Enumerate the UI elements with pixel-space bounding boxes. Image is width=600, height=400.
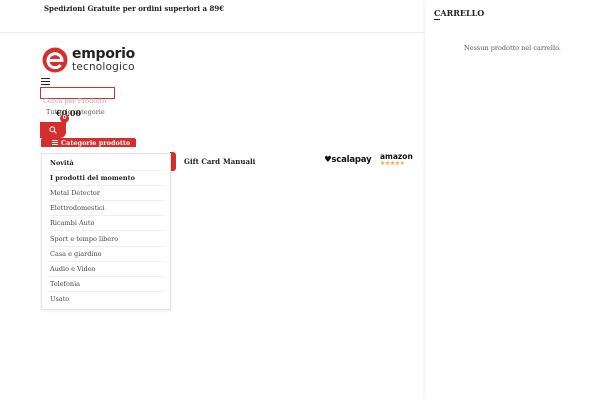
search-input[interactable]	[41, 96, 114, 106]
amazon-badge[interactable]: amazon ★★★★★	[380, 152, 414, 170]
cart-panel: CARRELLO Nessun prodotto nel carrello.	[425, 0, 600, 400]
rating-stars-icon: ★★★★★	[380, 160, 405, 167]
scalapay-text: scalapay	[331, 155, 372, 165]
categories-button[interactable]: Categorie prodotto	[41, 138, 136, 147]
category-item[interactable]: Novità	[50, 156, 165, 171]
search-box	[40, 87, 115, 106]
category-item[interactable]: Metal Detector	[50, 186, 165, 202]
search-button[interactable]	[40, 122, 66, 138]
logo-text-emporio: emporio	[72, 46, 135, 62]
category-item[interactable]: Telefonia	[50, 277, 165, 292]
topbar: Spedizioni Gratuite per ordini superiori…	[0, 0, 425, 18]
categories-dropdown: Novità I prodotti del momento Metal Detect…	[41, 153, 171, 310]
free-shipping-text: Spedizioni Gratuite per ordini superiori…	[44, 4, 225, 13]
category-item[interactable]: Audio e Video	[50, 262, 165, 277]
logo-e-icon	[42, 47, 68, 73]
cart-empty-message: Nessun prodotto nel carrello.	[464, 44, 561, 52]
category-item[interactable]: Casa e giardino	[50, 247, 165, 262]
nav-link-gift-card[interactable]: Gift Card	[184, 157, 220, 166]
cart-panel-title: CARRELLO	[434, 8, 485, 18]
category-item[interactable]: Usato	[50, 292, 165, 307]
category-item[interactable]: I prodotti del momento	[50, 171, 165, 187]
nav-link-manuali[interactable]: Manuali	[223, 157, 255, 166]
scalapay-logo[interactable]: ♥scalapay	[324, 155, 372, 165]
category-item[interactable]: Elettrodomestici	[50, 201, 165, 217]
list-icon	[52, 140, 58, 145]
category-item[interactable]: Sport e tempo libero	[50, 232, 165, 247]
categories-button-label: Categorie prodotto	[61, 139, 131, 147]
header-divider	[0, 32, 425, 33]
cart-title-underline	[434, 19, 440, 20]
logo-text-tecnologico: tecnologico	[72, 61, 135, 73]
search-icon	[49, 126, 57, 134]
category-item[interactable]: Ricambi Auto	[50, 216, 165, 232]
hamburger-menu-icon[interactable]	[41, 78, 50, 85]
site-logo[interactable]: emporio tecnologico	[41, 46, 141, 74]
